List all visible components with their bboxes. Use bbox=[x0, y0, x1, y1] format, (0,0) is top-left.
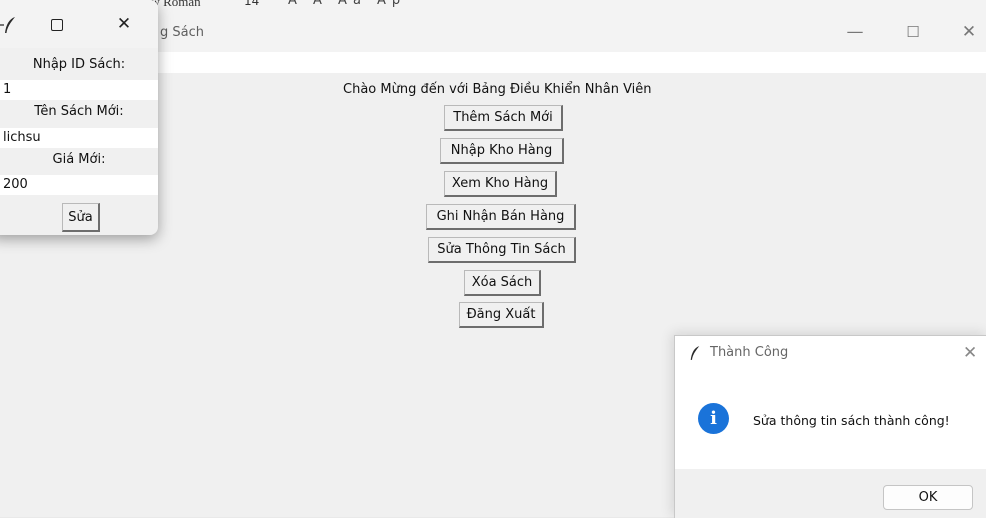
feather-icon bbox=[5, 17, 15, 33]
logout-button[interactable]: Đăng Xuất bbox=[459, 302, 544, 328]
new-price-input[interactable] bbox=[0, 175, 158, 195]
maximize-icon bbox=[51, 19, 63, 31]
new-name-input[interactable] bbox=[0, 128, 158, 148]
feather-icon bbox=[690, 346, 700, 360]
welcome-heading: Chào Mừng đến với Bảng Điều Khiển Nhân V… bbox=[343, 82, 652, 97]
maximize-button[interactable] bbox=[48, 18, 66, 32]
ok-button[interactable]: OK bbox=[883, 485, 973, 510]
edit-book-window: ✕ Nhập ID Sách: Tên Sách Mới: Giá Mới: S… bbox=[0, 0, 158, 235]
dialog-titlebar: Thành Công ✕ bbox=[675, 336, 986, 372]
maximize-button[interactable]: ☐ bbox=[890, 12, 936, 52]
dashboard-title: g Sách bbox=[160, 25, 204, 40]
add-book-button[interactable]: Thêm Sách Mới bbox=[444, 105, 563, 131]
dialog-title: Thành Công bbox=[710, 345, 789, 360]
edit-titlebar: ✕ bbox=[0, 0, 158, 48]
close-button[interactable]: ✕ bbox=[946, 12, 986, 52]
view-stock-button[interactable]: Xem Kho Hàng bbox=[444, 171, 557, 197]
success-dialog: Thành Công ✕ i Sửa thông tin sách thành … bbox=[674, 335, 986, 518]
book-id-input[interactable] bbox=[0, 80, 158, 100]
new-price-label: Giá Mới: bbox=[52, 152, 106, 167]
ribbon-format-glyphs: A A Aa Ap bbox=[288, 0, 407, 8]
record-sale-button[interactable]: Ghi Nhận Bán Hàng bbox=[426, 204, 576, 230]
close-button[interactable]: ✕ bbox=[114, 14, 134, 34]
close-button[interactable]: ✕ bbox=[963, 343, 977, 363]
import-stock-button[interactable]: Nhập Kho Hàng bbox=[440, 138, 564, 164]
info-icon: i bbox=[698, 403, 729, 434]
minimize-button[interactable]: — bbox=[832, 12, 878, 52]
delete-book-button[interactable]: Xóa Sách bbox=[464, 270, 541, 296]
edit-book-button[interactable]: Sửa Thông Tin Sách bbox=[428, 237, 576, 263]
dialog-message: Sửa thông tin sách thành công! bbox=[753, 413, 950, 428]
font-size-box: 14 bbox=[244, 0, 260, 8]
submit-edit-button[interactable]: Sửa bbox=[62, 203, 100, 232]
new-name-label: Tên Sách Mới: bbox=[34, 104, 124, 119]
book-id-label: Nhập ID Sách: bbox=[32, 57, 126, 72]
